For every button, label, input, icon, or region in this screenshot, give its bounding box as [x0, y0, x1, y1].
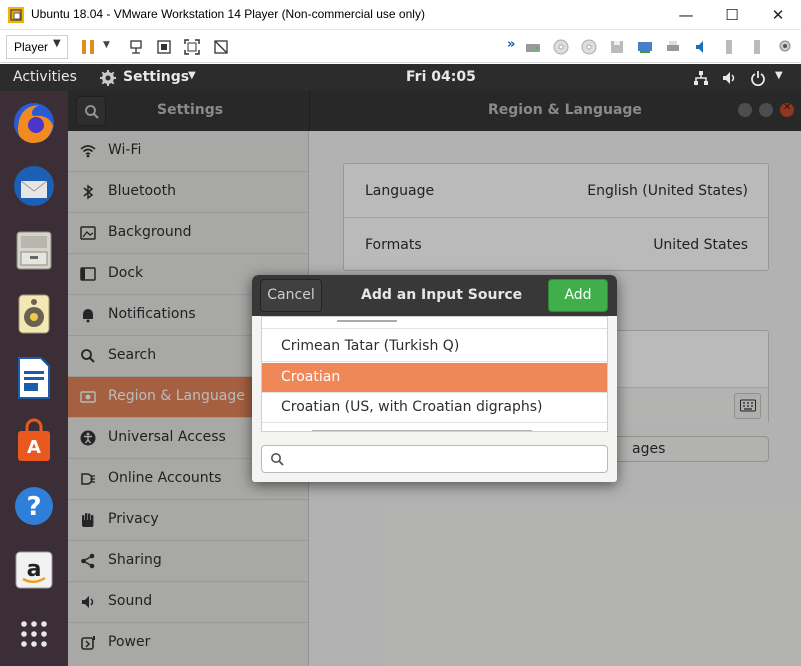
list-item-label: Crimean Tatar (Turkish Q): [281, 338, 460, 354]
amazon-launcher[interactable]: a: [9, 545, 59, 595]
camera-icon[interactable]: [777, 39, 793, 55]
help-launcher[interactable]: ?: [9, 481, 59, 531]
maximize-button[interactable]: ☐: [709, 0, 755, 30]
cancel-button[interactable]: Cancel: [260, 279, 322, 312]
list-item[interactable]: [262, 317, 607, 329]
chevron-down-icon: ▼: [53, 38, 61, 49]
dialog-header: Cancel Add an Input Source Add: [252, 275, 617, 316]
network-wired-icon[interactable]: [693, 70, 709, 86]
hard-disk-icon[interactable]: [525, 39, 541, 55]
libreoffice-writer-launcher[interactable]: [9, 353, 59, 403]
usb-device-icon[interactable]: [721, 39, 737, 55]
printer-icon[interactable]: [665, 39, 681, 55]
search-field[interactable]: [292, 449, 597, 469]
list-item-label: Croatian (US, with Croatian digraphs): [281, 399, 543, 415]
pause-dropdown-icon[interactable]: ▼: [103, 40, 110, 50]
file-cabinet-icon: [16, 231, 52, 270]
document-icon: [18, 357, 50, 399]
floppy-icon[interactable]: [609, 39, 625, 55]
svg-text:?: ?: [26, 492, 41, 522]
svg-text:a: a: [27, 557, 42, 582]
unity-mode-icon[interactable]: [156, 39, 172, 55]
vmware-logo-icon: [8, 7, 24, 23]
fullscreen-icon[interactable]: [184, 39, 200, 55]
clock[interactable]: Fri 04:05: [406, 69, 476, 85]
thunderbird-launcher[interactable]: [9, 161, 59, 211]
usb-device-2-icon[interactable]: [749, 39, 765, 55]
clipped-text: [337, 320, 397, 322]
amazon-icon: a: [15, 551, 53, 589]
activities-button[interactable]: Activities: [13, 69, 77, 85]
files-launcher[interactable]: [9, 225, 59, 275]
cd-drive-icon[interactable]: [553, 39, 569, 55]
help-icon: ?: [15, 487, 53, 525]
volume-icon[interactable]: [721, 70, 737, 86]
input-source-list[interactable]: Crimean Tatar (Turkish Q) Croatian Croat…: [261, 316, 608, 432]
cd-drive-2-icon[interactable]: [581, 39, 597, 55]
close-button[interactable]: ✕: [755, 0, 801, 30]
dialog-title: Add an Input Source: [361, 287, 523, 303]
firefox-icon: [14, 103, 54, 144]
search-input[interactable]: [261, 445, 608, 473]
sound-card-icon[interactable]: [693, 39, 709, 55]
player-menu-button[interactable]: Player ▼: [6, 35, 68, 59]
list-item-selected[interactable]: Croatian: [262, 363, 607, 393]
search-icon: [271, 453, 284, 466]
more-devices-icon[interactable]: »: [507, 37, 515, 52]
rhythmbox-launcher[interactable]: [9, 289, 59, 339]
clipped-text: [312, 430, 532, 431]
show-applications-button[interactable]: [9, 609, 59, 659]
send-ctrl-alt-del-icon[interactable]: [128, 39, 144, 55]
minimize-button[interactable]: —: [663, 0, 709, 30]
list-item[interactable]: Croatian (US, with Croatian digraphs): [262, 393, 607, 423]
network-adapter-icon[interactable]: [637, 39, 653, 55]
add-input-source-dialog: Cancel Add an Input Source Add Crimean T…: [252, 275, 617, 482]
add-button[interactable]: Add: [548, 279, 608, 312]
list-item[interactable]: Crimean Tatar (Turkish Q): [262, 332, 607, 362]
gear-icon: [100, 70, 116, 86]
thunderbird-icon: [14, 166, 54, 206]
pause-icon[interactable]: [80, 39, 96, 55]
software-launcher[interactable]: A: [9, 417, 59, 467]
power-icon[interactable]: [750, 70, 766, 86]
list-item[interactable]: [262, 424, 607, 431]
svg-text:A: A: [27, 437, 41, 458]
firefox-launcher[interactable]: [9, 98, 59, 148]
chevron-down-icon: ▼: [188, 70, 196, 81]
ubuntu-dock: A ? a: [0, 91, 68, 666]
speaker-app-icon: [18, 294, 50, 334]
window-title: Ubuntu 18.04 - VMware Workstation 14 Pla…: [31, 7, 425, 21]
ubuntu-top-bar: Activities Settings ▼ Fri 04:05 ▼: [0, 64, 801, 91]
list-item-label: Croatian: [281, 369, 341, 385]
app-grid-icon: [21, 621, 47, 647]
vmware-titlebar: Ubuntu 18.04 - VMware Workstation 14 Pla…: [0, 0, 801, 30]
console-view-icon[interactable]: [213, 39, 229, 55]
app-menu[interactable]: Settings ▼: [100, 64, 205, 91]
player-menu-label: Player: [14, 40, 49, 54]
shopping-bag-icon: A: [18, 418, 50, 461]
app-menu-label: Settings: [123, 69, 190, 85]
system-menu-chevron-icon[interactable]: ▼: [775, 70, 783, 81]
vmware-toolbar: Player ▼ ▼ »: [0, 31, 801, 63]
